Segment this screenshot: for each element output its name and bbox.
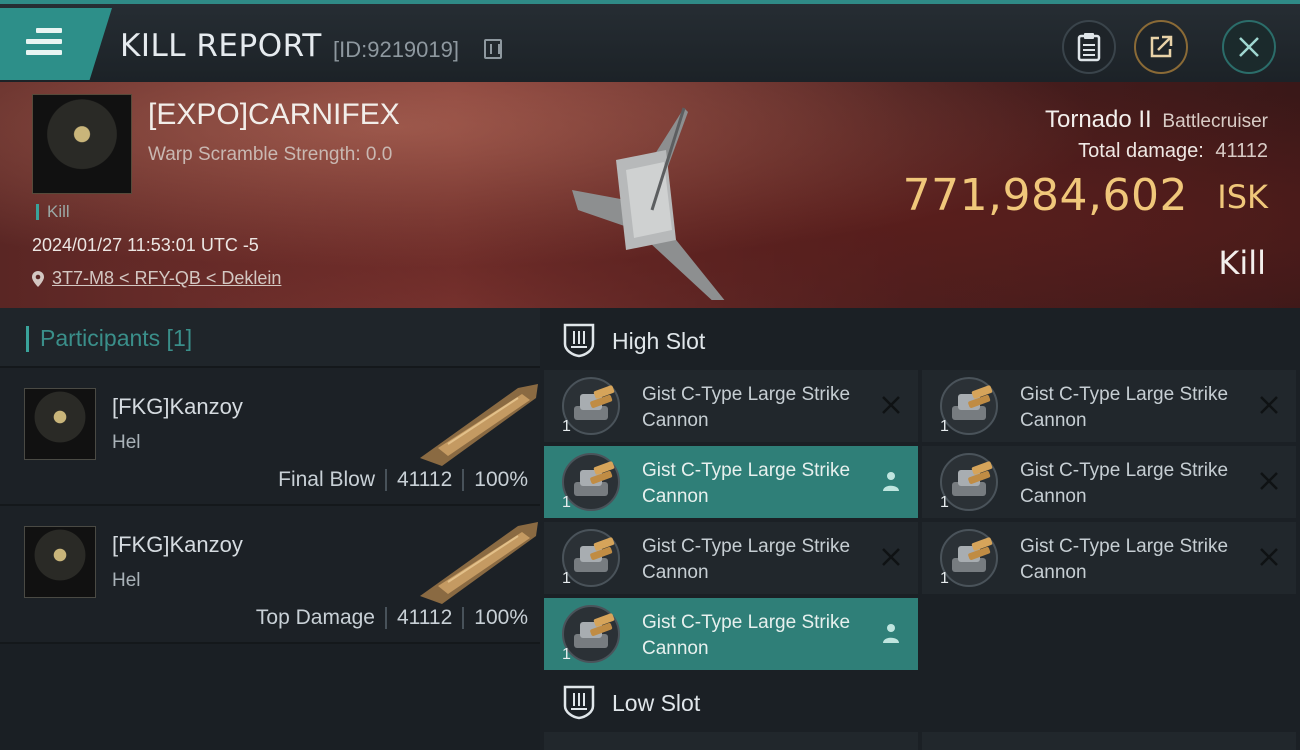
participant-avatar[interactable] (24, 526, 96, 598)
share-button[interactable] (1134, 20, 1188, 74)
stat-divider (462, 607, 465, 629)
victim-avatar[interactable] (32, 94, 132, 194)
participant-ship-image (420, 522, 538, 604)
module-quantity: 1 (940, 494, 949, 511)
participants-header: Participants [1] (0, 308, 540, 368)
destroyed-x-icon (1260, 548, 1278, 566)
warp-scramble-strength: Warp Scramble Strength: 0.0 (148, 144, 393, 165)
victim-card: [EXPO]CARNIFEX Warp Scramble Strength: 0… (0, 82, 1300, 308)
top-bar: KILL REPORT [ID:9219019] (0, 0, 1300, 82)
module-name: Gist C-Type Large Strike Cannon (1020, 536, 1229, 583)
participant-name: [FKG]Kanzoy (112, 394, 243, 419)
kill-timestamp: 2024/01/27 11:53:01 UTC -5 (32, 235, 259, 255)
share-icon (1150, 35, 1173, 58)
module-tile[interactable]: 1 Gist C-Type Large Strike Cannon (544, 446, 918, 518)
victim-ship-name[interactable]: Tornado II Battlecruiser (1045, 106, 1268, 134)
total-damage: Total damage: 41112 (1078, 140, 1268, 163)
stat-divider (385, 607, 387, 629)
participant-stats: Final Blow 41112 100% (278, 468, 528, 492)
total-damage-label: Total damage: (1078, 140, 1204, 162)
victim-ship-image (572, 107, 725, 300)
close-button[interactable] (1222, 20, 1276, 74)
participant-percent: 100% (474, 606, 528, 629)
page-title: KILL REPORT (120, 28, 322, 64)
module-tile[interactable]: 1 Gist C-Type Large Strike Cannon (544, 522, 918, 594)
module-quantity: 1 (562, 570, 571, 587)
high-slot-header: High Slot (540, 308, 1300, 370)
dropped-person-icon (883, 624, 899, 643)
low-slot-header: Low Slot (540, 670, 1300, 732)
result-label: Kill (1218, 244, 1266, 282)
clipboard-button[interactable] (1062, 20, 1116, 74)
participants-title: Participants [1] (40, 325, 193, 351)
module-quantity: 1 (940, 418, 949, 435)
destroyed-x-icon (1260, 396, 1278, 414)
total-damage-value: 41112 (1215, 140, 1268, 162)
participant-stats: Top Damage 41112 100% (256, 606, 528, 630)
destroyed-x-icon (882, 548, 900, 566)
participant-name: [FKG]Kanzoy (112, 532, 243, 557)
ship-class: Battlecruiser (1162, 111, 1268, 132)
participant-percent: 100% (474, 468, 528, 491)
stat-divider (385, 469, 387, 491)
low-slot-module-partial[interactable] (544, 732, 918, 750)
module-quantity: 1 (562, 494, 571, 511)
destroyed-x-icon (1260, 472, 1278, 490)
fitting-panel: High Slot 1 Gist C-Type Large Strike Cann… (540, 308, 1300, 750)
participant-damage: 41112 (397, 606, 453, 629)
participant-role: Top Damage (255, 606, 375, 629)
participant-avatar[interactable] (24, 388, 96, 460)
participants-panel: Participants [1] [FKG]Kanzoy Hel Final B… (0, 308, 540, 750)
shield-icon (563, 685, 595, 720)
pin-icon (32, 270, 44, 287)
module-tile[interactable]: 1 Gist C-Type Large Strike Cannon (544, 370, 918, 442)
module-name: Gist C-Type Large Strike Cannon (642, 460, 851, 507)
module-name: Gist C-Type Large Strike Cannon (1020, 460, 1229, 507)
participant-row[interactable]: [FKG]Kanzoy Hel Top Damage 41112 100% (0, 506, 540, 644)
participant-damage: 41112 (397, 468, 453, 491)
participant-ship: Hel (112, 570, 141, 591)
participant-role: Final Blow (278, 468, 375, 491)
shield-icon (563, 323, 595, 358)
clipboard-icon (1077, 33, 1101, 62)
report-id: [ID:9219019] (333, 37, 459, 62)
ship-name-text: Tornado II (1044, 106, 1152, 133)
menu-icon (26, 28, 62, 56)
module-tile[interactable]: 1 Gist C-Type Large Strike Cannon (922, 370, 1296, 442)
module-tile[interactable]: 1 Gist C-Type Large Strike Cannon (544, 598, 918, 670)
module-name: Gist C-Type Large Strike Cannon (642, 536, 851, 583)
participant-ship: Hel (112, 432, 141, 453)
participant-ship-image (420, 384, 538, 466)
module-name: Gist C-Type Large Strike Cannon (1020, 384, 1229, 431)
kill-location[interactable]: 3T7-M8 < RFY-QB < Deklein (32, 268, 281, 289)
module-name: Gist C-Type Large Strike Cannon (642, 612, 851, 659)
module-quantity: 1 (562, 418, 571, 435)
isk-value: 771,984,602 (902, 170, 1188, 221)
module-quantity: 1 (940, 570, 949, 587)
location-link[interactable]: 3T7-M8 < RFY-QB < Deklein (52, 268, 281, 289)
copy-icon[interactable] (484, 39, 502, 59)
low-slot-module-partial[interactable] (922, 732, 1296, 750)
kill-tag: Kill (36, 203, 70, 220)
module-tile[interactable]: 1 Gist C-Type Large Strike Cannon (922, 522, 1296, 594)
stat-divider (462, 469, 465, 491)
participant-row[interactable]: [FKG]Kanzoy Hel Final Blow 41112 100% (0, 368, 540, 506)
victim-name[interactable]: [EXPO]CARNIFEX (148, 98, 400, 132)
module-quantity: 1 (562, 646, 571, 663)
close-icon (1239, 37, 1259, 57)
low-slot-label: Low Slot (612, 690, 701, 716)
dropped-person-icon (883, 472, 899, 491)
module-tile[interactable]: 1 Gist C-Type Large Strike Cannon (922, 446, 1296, 518)
menu-button[interactable] (0, 8, 112, 80)
header-accent-bar (26, 326, 29, 352)
high-slot-label: High Slot (612, 328, 706, 354)
destroyed-x-icon (882, 396, 900, 414)
isk-unit: ISK (1217, 178, 1268, 216)
module-name: Gist C-Type Large Strike Cannon (642, 384, 851, 431)
